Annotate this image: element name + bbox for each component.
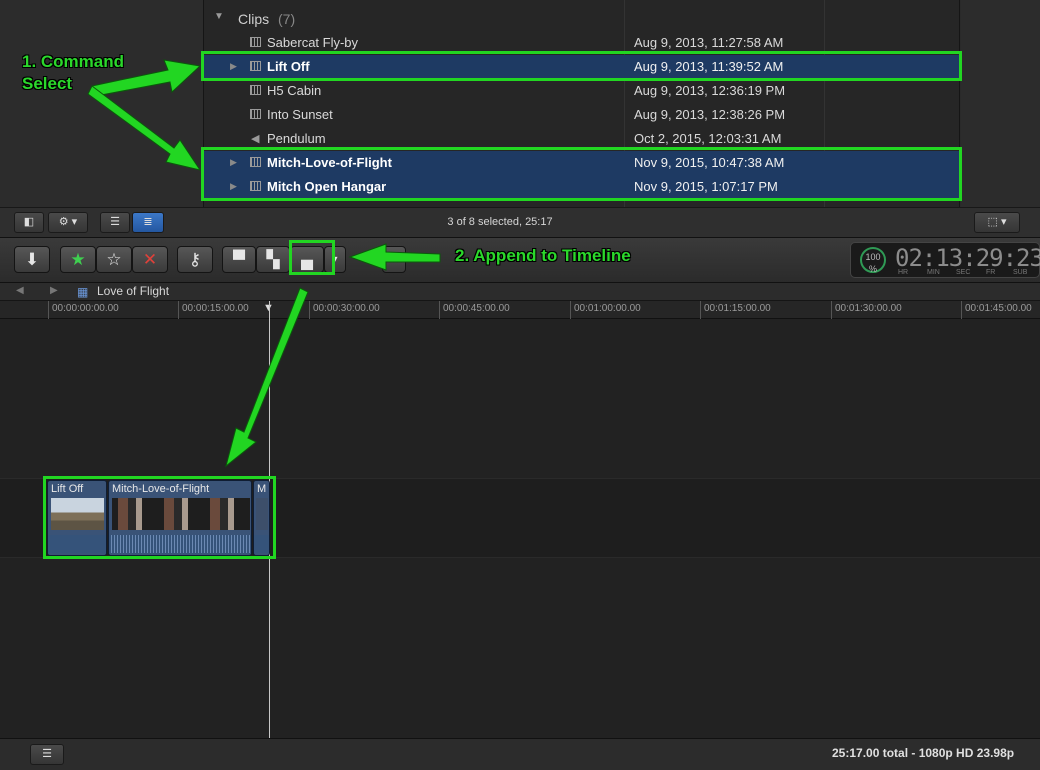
ruler-label: 00:00:15:00.00: [182, 303, 249, 314]
clip-date: Aug 9, 2013, 12:38:26 PM: [634, 107, 786, 122]
action-menu-button[interactable]: ⚙ ▾: [48, 212, 88, 233]
speaker-icon: ◀: [251, 133, 260, 145]
red-x-icon: ✕: [142, 250, 158, 269]
timecode-unit: SEC: [956, 269, 971, 276]
clip-date: Oct 2, 2015, 12:03:31 AM: [634, 131, 782, 146]
clip-name: Sabercat Fly-by: [267, 35, 359, 50]
disclosure-triangle-icon[interactable]: ▼: [214, 11, 224, 22]
sidebar-icon: ◧: [23, 216, 35, 228]
task-percent-sign: %: [868, 264, 877, 274]
clip-name: Pendulum: [267, 131, 326, 146]
clapper-icon: ▦: [77, 285, 89, 299]
film-icon: [250, 85, 261, 95]
ruler-label: 00:01:30:00.00: [835, 303, 902, 314]
clip-date: Aug 9, 2013, 12:36:19 PM: [634, 83, 786, 98]
unrate-button[interactable]: ☆: [96, 246, 132, 273]
duration-status: 25:17.00 total - 1080p HD 23.98p: [832, 746, 1015, 760]
ruler-label: 00:00:45:00.00: [443, 303, 510, 314]
timecode-unit: SUB: [1013, 269, 1028, 276]
clip-date: Aug 9, 2013, 11:27:58 AM: [634, 35, 784, 50]
timecode-unit: HR: [898, 269, 909, 276]
list-icon: ☰: [42, 748, 52, 760]
task-percent: 100: [865, 252, 881, 262]
highlight-timeline-clips: [43, 476, 276, 559]
film-icon: [250, 109, 261, 119]
filmstrip-view-button[interactable]: ☰: [100, 212, 130, 233]
back-arrow-icon[interactable]: ◀: [16, 285, 24, 296]
favorite-button[interactable]: ★: [60, 246, 96, 273]
ruler-tick: [831, 301, 832, 319]
clip-name: H5 Cabin: [267, 83, 322, 98]
background-tasks-indicator[interactable]: 100 %: [860, 247, 886, 274]
ruler-label: 00:00:00:00.00: [52, 303, 119, 314]
clips-group-count: (7): [278, 11, 296, 27]
clips-group-label: Clips: [238, 11, 270, 27]
selection-status: 3 of 8 selected, 25:17: [447, 216, 553, 228]
ruler-tick: [178, 301, 179, 319]
browser-toolbar: ◧ ⚙ ▾ ☰ ≣ 3 of 8 selected, 25:17 ⬚ ▾: [0, 207, 1040, 238]
frame-icon: ⬚ ▾: [987, 216, 1007, 228]
annotation-step2: 2. Append to Timeline: [455, 246, 631, 265]
ruler-label: 00:01:45:00.00: [965, 303, 1032, 314]
timecode-unit: FR: [986, 269, 996, 276]
viewer-options-button[interactable]: ⬚ ▾: [974, 212, 1020, 233]
timecode-unit: MIN: [927, 269, 940, 276]
key-icon: ⚷: [188, 250, 202, 269]
ruler-label: 00:01:00:00.00: [574, 303, 641, 314]
library-sidebar: [0, 0, 203, 207]
dashboard-timecode[interactable]: 100 % 02:13:29:23.00 HR MIN SEC FR SUB: [850, 242, 1040, 278]
ruler-tick: [309, 301, 310, 319]
ruler-tick: [570, 301, 571, 319]
import-button[interactable]: ⬇: [14, 246, 50, 273]
list-view-button[interactable]: ≣: [132, 212, 164, 233]
highlight-append-button: [289, 240, 335, 275]
ruler-tick: [961, 301, 962, 319]
keyword-button[interactable]: ⚷: [177, 246, 213, 273]
annotation-step1-cont: Select: [22, 74, 73, 93]
library-toggle-button[interactable]: ◧: [14, 212, 44, 233]
reject-button[interactable]: ✕: [132, 246, 168, 273]
ruler-label: 00:01:15:00.00: [704, 303, 771, 314]
clip-row[interactable]: Into Sunset Aug 9, 2013, 12:38:26 PM: [204, 103, 961, 127]
list-icon: ≣: [143, 216, 153, 228]
insert-icon: ▚: [266, 250, 280, 269]
timeline-navigation: ◀ ▶ ▦ Love of Flight: [0, 283, 1040, 301]
highlight-mitch-clips: [201, 147, 962, 201]
filmstrip-icon: ☰: [110, 216, 120, 228]
ruler-tick: [439, 301, 440, 319]
timeline-status-bar: ☰ 25:17.00 total - 1080p HD 23.98p: [0, 738, 1040, 770]
film-icon: [250, 37, 261, 47]
connect-icon: ▀: [232, 250, 246, 269]
insert-clip-button[interactable]: ▚: [256, 246, 290, 273]
tools-button[interactable]: [382, 246, 406, 273]
download-arrow-icon: ⬇: [24, 250, 40, 269]
project-name: Love of Flight: [97, 284, 170, 298]
timeline-ruler[interactable]: 00:00:00:00.00 00:00:15:00.00 00:00:30:0…: [0, 301, 1040, 319]
ruler-tick: [700, 301, 701, 319]
viewer-area: [961, 0, 1040, 207]
event-browser: ▼ Clips (7) Sabercat Fly-by Aug 9, 2013,…: [0, 0, 1040, 238]
forward-arrow-icon[interactable]: ▶: [50, 285, 58, 296]
ruler-label: 00:00:30:00.00: [313, 303, 380, 314]
gear-icon: ⚙ ▾: [58, 216, 78, 228]
connect-clip-button[interactable]: ▀: [222, 246, 256, 273]
timeline-index-button[interactable]: ☰: [30, 744, 64, 765]
highlight-lift-off: [201, 51, 962, 81]
clip-name: Into Sunset: [267, 107, 333, 122]
star-outline-icon: ☆: [106, 250, 122, 269]
timecode-value: 02:13:29:23.00: [895, 244, 1040, 272]
green-star-icon: ★: [70, 250, 86, 269]
clip-row[interactable]: H5 Cabin Aug 9, 2013, 12:36:19 PM: [204, 79, 961, 103]
ruler-tick: [48, 301, 49, 319]
annotation-step1: 1. Command: [22, 52, 125, 71]
